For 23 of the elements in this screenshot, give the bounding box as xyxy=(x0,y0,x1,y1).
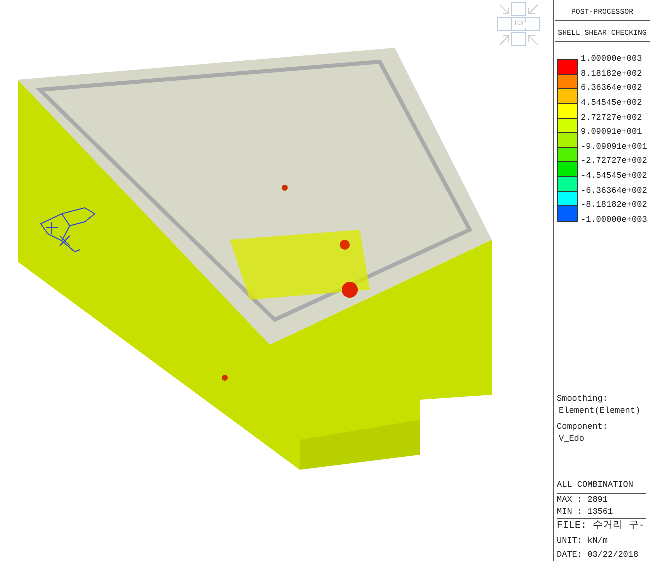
scale-value: 2.72727e+002 xyxy=(581,112,644,125)
setting-value: Element(Element) xyxy=(558,404,642,417)
setting-label: Smoothing: xyxy=(557,392,610,405)
scale-value: 4.54545e+002 xyxy=(581,98,644,110)
extreme-value: MAX : 2891 xyxy=(557,494,610,506)
view-cube-icon[interactable] xyxy=(497,2,542,48)
file-info: FILE: 수거리 구- xyxy=(557,521,646,533)
scale-value: -2.72727e+002 xyxy=(581,156,648,168)
scale-value: -4.54545e+002 xyxy=(581,170,648,183)
scale-value: 8.18182e+002 xyxy=(581,68,644,81)
file-info: DATE: 03/22/2018 xyxy=(557,549,640,561)
setting-value: V_Edo xyxy=(558,432,586,445)
scale-value: 1.00000e+003 xyxy=(581,54,644,66)
scale-value: -9.09091e+001 xyxy=(581,142,648,154)
scale-value: -8.18182e+002 xyxy=(581,200,648,212)
scale-value: 6.36364e+002 xyxy=(581,83,644,96)
file-info: UNIT: kN/m xyxy=(557,535,610,547)
setting-label: Component: xyxy=(557,420,610,433)
scale-value: 9.09091e+001 xyxy=(581,127,644,140)
extreme-value: MIN : 13561 xyxy=(557,506,614,518)
scale-value: -1.00000e+003 xyxy=(581,214,648,227)
scale-value: -6.36364e+002 xyxy=(581,186,648,198)
combination-label: ALL COMBINATION xyxy=(557,479,635,491)
